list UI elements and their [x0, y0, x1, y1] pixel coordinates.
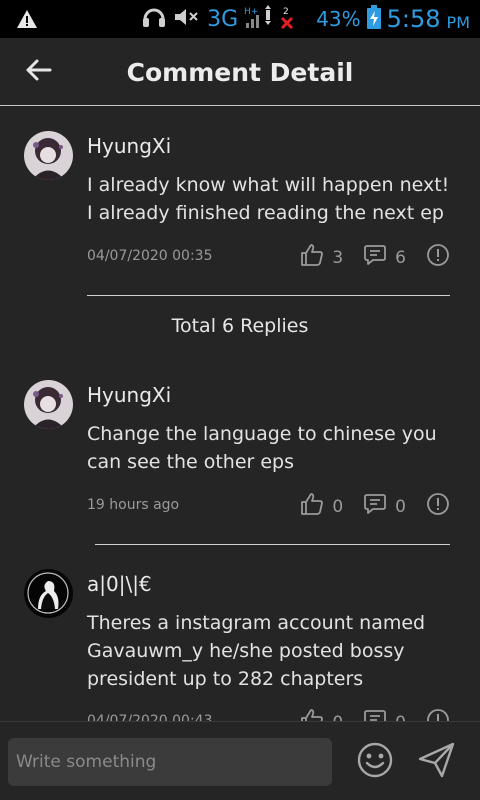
comment-input[interactable]: Write something	[8, 738, 332, 786]
chat-bubble-icon	[363, 708, 387, 721]
reply-count: 0	[395, 496, 406, 517]
like-count: 3	[332, 247, 344, 268]
headset-icon	[141, 5, 167, 33]
battery-percent: 43%	[316, 7, 361, 31]
battery-charging-icon	[366, 5, 381, 33]
reply-button[interactable]: 0	[363, 708, 406, 721]
send-button[interactable]	[418, 742, 456, 782]
chat-bubble-icon	[363, 492, 387, 521]
signal-icon: H+	[244, 5, 274, 33]
username[interactable]: HyungXi	[87, 383, 171, 407]
thumbs-up-icon	[300, 708, 324, 721]
divider	[95, 544, 450, 545]
comment-composer: Write something	[0, 721, 480, 800]
smiley-icon	[356, 742, 394, 783]
comment-actions: 0 0	[280, 492, 450, 521]
reply-count: 0	[395, 713, 406, 722]
emoji-button[interactable]	[356, 741, 394, 783]
send-icon	[418, 742, 456, 782]
report-button[interactable]	[426, 492, 450, 521]
exclamation-circle-icon	[426, 243, 450, 272]
like-count: 0	[332, 496, 344, 517]
sim-icon: 2	[280, 5, 296, 33]
thumbs-up-icon	[300, 243, 324, 272]
reply-button[interactable]: 0	[363, 492, 406, 521]
like-button[interactable]: 3	[300, 243, 343, 272]
reply-count: 6	[395, 247, 406, 268]
comment-text: Theres a instagram account named Gavauwm…	[87, 612, 426, 690]
username[interactable]: HyungXi	[87, 134, 171, 158]
network-type: 3G	[207, 6, 239, 32]
like-count: 0	[332, 713, 343, 722]
exclamation-circle-icon	[426, 492, 450, 521]
clock-ampm: PM	[446, 12, 470, 32]
report-button[interactable]	[426, 243, 450, 272]
timestamp: 04/07/2020 00:43	[87, 713, 213, 721]
mute-icon	[173, 6, 201, 32]
report-button[interactable]	[426, 708, 450, 721]
comment-actions: 0 0	[280, 708, 450, 721]
timestamp: 19 hours ago	[87, 497, 180, 513]
thumbs-up-icon	[300, 492, 324, 521]
page-title: Comment Detail	[126, 58, 354, 87]
avatar[interactable]	[24, 380, 73, 429]
chat-bubble-icon	[363, 243, 387, 272]
divider	[87, 295, 450, 296]
like-button[interactable]: 0	[300, 708, 343, 721]
username[interactable]: a|0|\|€	[87, 572, 152, 596]
exclamation-circle-icon	[426, 708, 450, 721]
reply-button[interactable]: 6	[363, 243, 406, 272]
app-header: Comment Detail	[0, 38, 480, 106]
status-bar: 3G H+ 2 43% 5:58 PM	[0, 0, 480, 38]
comments-scroll-area[interactable]: HyungXi I already know what will happen …	[0, 107, 480, 721]
status-icons: 3G H+ 2 43% 5:58 PM	[141, 4, 470, 34]
like-button[interactable]: 0	[300, 492, 343, 521]
avatar[interactable]	[24, 131, 73, 180]
replies-count-header: Total 6 Replies	[171, 315, 309, 337]
warning-icon	[16, 9, 38, 33]
timestamp: 04/07/2020 00:35	[87, 248, 213, 264]
comment-text: Change the language to chinese you can s…	[87, 423, 437, 473]
comment-actions: 3 6	[280, 243, 450, 272]
avatar[interactable]	[24, 569, 73, 618]
clock: 5:58	[386, 5, 441, 33]
comment-text: I already know what will happen next! I …	[87, 174, 450, 224]
svg-text:2: 2	[283, 7, 289, 17]
